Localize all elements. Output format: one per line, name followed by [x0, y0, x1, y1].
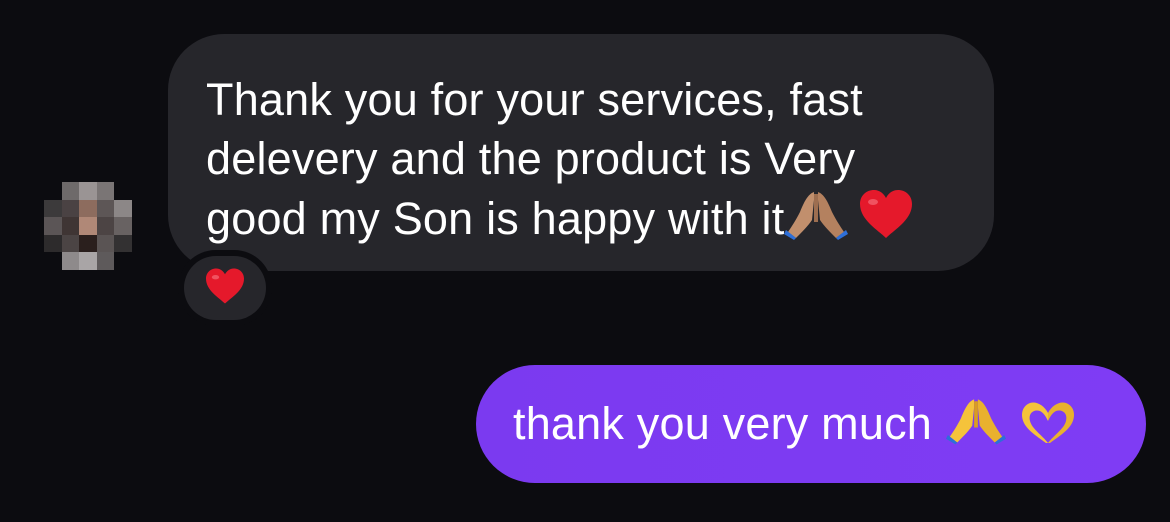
sender-avatar[interactable]	[44, 182, 132, 270]
incoming-message-line: good my Son is happy with it	[206, 188, 964, 248]
reaction-pill[interactable]	[184, 256, 266, 320]
folded-hands-medium-skin-icon	[784, 188, 849, 240]
incoming-message-bubble[interactable]: Thank you for your services, fast deleve…	[168, 34, 994, 271]
message-reaction[interactable]	[178, 250, 272, 326]
outgoing-message-text: thank you very much	[513, 394, 1078, 453]
incoming-message-line: delevery and the product is Very	[206, 133, 856, 184]
folded-hands-icon	[946, 395, 1006, 445]
red-heart-icon	[858, 188, 914, 240]
red-heart-icon	[204, 267, 246, 310]
outgoing-message-bubble[interactable]: thank you very much	[476, 365, 1146, 483]
heart-hands-icon	[1018, 399, 1078, 445]
incoming-message-line-text: good my Son is happy with it	[206, 193, 785, 244]
outgoing-message-label: thank you very much	[513, 398, 932, 449]
chat-thread: Thank you for your services, fast deleve…	[0, 0, 1170, 522]
incoming-message-line: Thank you for your services, fast	[206, 74, 863, 125]
incoming-message-text: Thank you for your services, fast deleve…	[206, 70, 964, 248]
